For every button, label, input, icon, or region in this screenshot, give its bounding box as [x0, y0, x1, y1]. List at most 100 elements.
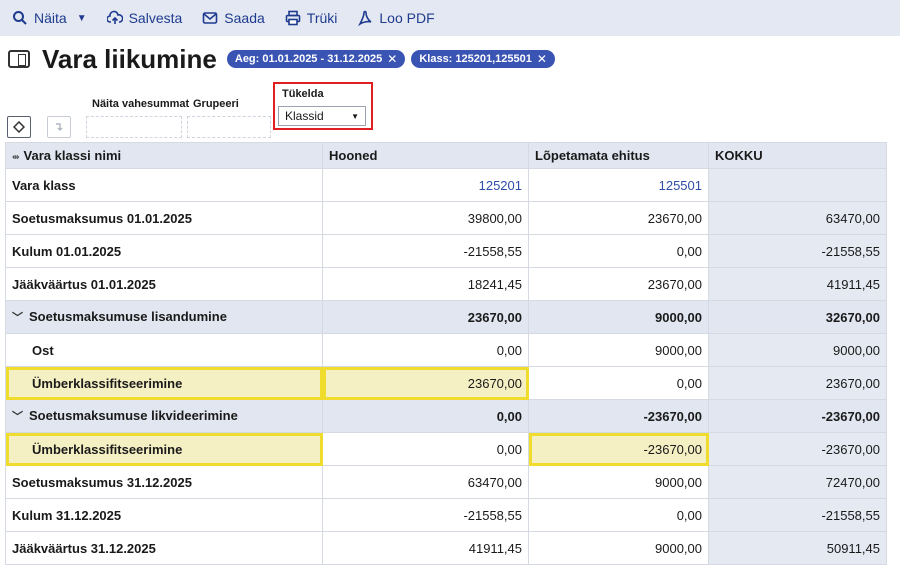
- saada-label: Saada: [224, 10, 265, 26]
- panel-toggle-icon[interactable]: [8, 50, 30, 68]
- filter-chip-klass[interactable]: Klass: 125201,125501 ✕: [411, 50, 555, 68]
- row-label: Jääkväärtus 31.12.2025: [5, 531, 323, 565]
- table-row: Vara klass 125201 125501: [5, 168, 887, 202]
- cell-kokku: 9000,00: [708, 333, 887, 367]
- cell-value: 0,00: [528, 234, 709, 268]
- mail-icon: [202, 12, 218, 24]
- column-header-label: Vara klassi nimi: [23, 148, 122, 163]
- cell-kokku: 41911,45: [708, 267, 887, 301]
- cell-kokku: 72470,00: [708, 465, 887, 499]
- reorder-icon: [56, 123, 63, 131]
- group-row[interactable]: ﹀ Soetusmaksumuse likvideerimine 0,00 -23…: [5, 399, 887, 433]
- cell-value: 23670,00: [528, 267, 709, 301]
- tukelda-value: Klassid: [285, 109, 324, 123]
- row-label: Ost: [5, 333, 323, 367]
- grupeeri-field[interactable]: [187, 116, 271, 138]
- class-link[interactable]: 125201: [322, 168, 529, 202]
- toolbar: Näita ▼ Salvesta Saada Trüki Loo PDF: [0, 0, 900, 36]
- table-row: Ümberklassifitseerimine 23670,00 0,00 23…: [5, 366, 887, 400]
- naita-button[interactable]: Näita ▼: [12, 10, 87, 26]
- group-row[interactable]: ﹀ Soetusmaksumuse lisandumine 23670,00 90…: [5, 300, 887, 334]
- cell-value: 41911,45: [322, 531, 529, 565]
- group-label-text: Soetusmaksumuse lisandumine: [29, 309, 227, 324]
- cell-value: 9000,00: [528, 333, 709, 367]
- grupeeri-label: Grupeeri: [193, 98, 239, 110]
- column-header-kokku[interactable]: KOKKU: [708, 142, 887, 169]
- sort-icon: ⇹: [12, 152, 20, 162]
- salvesta-button[interactable]: Salvesta: [106, 10, 183, 26]
- cell-value: 0,00: [322, 333, 529, 367]
- chevron-down-icon[interactable]: ﹀: [12, 309, 23, 325]
- salvesta-label: Salvesta: [128, 10, 183, 26]
- close-icon[interactable]: ✕: [387, 52, 397, 66]
- chip-label: Aeg: 01.01.2025 - 31.12.2025: [234, 53, 383, 65]
- printer-icon: [285, 10, 301, 26]
- cell-value: -23670,00: [528, 399, 709, 433]
- cell-value: -21558,55: [322, 234, 529, 268]
- table-row: Ümberklassifitseerimine 0,00 -23670,00 -…: [5, 432, 887, 466]
- truki-label: Trüki: [306, 10, 338, 26]
- cell-kokku: -21558,55: [708, 234, 887, 268]
- row-label: Kulum 01.01.2025: [5, 234, 323, 268]
- row-label-highlighted: Ümberklassifitseerimine: [5, 366, 323, 400]
- table-row: Ost 0,00 9000,00 9000,00: [5, 333, 887, 367]
- column-header-name[interactable]: ⇹ Vara klassi nimi: [5, 142, 323, 169]
- filter-chip-aeg[interactable]: Aeg: 01.01.2025 - 31.12.2025 ✕: [226, 50, 406, 68]
- cell-value: 18241,45: [322, 267, 529, 301]
- vahesummad-field[interactable]: [86, 116, 182, 138]
- cell-kokku: 23670,00: [708, 366, 887, 400]
- report-controls: Näita vahesummat Grupeeri Tükelda Klassi…: [0, 82, 900, 140]
- cell-value: 9000,00: [528, 300, 709, 334]
- cell-value: 0,00: [528, 498, 709, 532]
- report-grid: ⇹ Vara klassi nimi Hooned Lõpetamata ehit…: [5, 142, 887, 565]
- cell-value-highlighted: 23670,00: [322, 366, 529, 400]
- title-row: Vara liikumine Aeg: 01.01.2025 - 31.12.2…: [0, 36, 900, 82]
- close-icon[interactable]: ✕: [537, 52, 547, 66]
- naita-label: Näita: [34, 10, 67, 26]
- chevron-down-icon[interactable]: ﹀: [12, 408, 23, 424]
- row-label-highlighted: Ümberklassifitseerimine: [5, 432, 323, 466]
- loo-pdf-button[interactable]: Loo PDF: [357, 10, 435, 26]
- cell-value: 0,00: [528, 366, 709, 400]
- cell-value: 23670,00: [322, 300, 529, 334]
- group-label[interactable]: ﹀ Soetusmaksumuse lisandumine: [5, 300, 323, 334]
- saada-button[interactable]: Saada: [202, 10, 265, 26]
- report-table: ⇹ Vara klassi nimi Hooned Lõpetamata ehit…: [5, 142, 887, 565]
- header-row: ⇹ Vara klassi nimi Hooned Lõpetamata ehit…: [5, 142, 887, 169]
- row-label: Jääkväärtus 01.01.2025: [5, 267, 323, 301]
- chevron-down-icon[interactable]: ▼: [77, 13, 87, 24]
- chevron-down-icon: ▼: [351, 111, 359, 121]
- expand-button[interactable]: [7, 116, 31, 138]
- row-label: Soetusmaksumus 31.12.2025: [5, 465, 323, 499]
- row-label: Kulum 31.12.2025: [5, 498, 323, 532]
- diamond-icon: [13, 121, 25, 133]
- cell-kokku: 63470,00: [708, 201, 887, 235]
- cell-kokku: -23670,00: [708, 399, 887, 433]
- table-row: Kulum 31.12.2025 -21558,55 0,00 -21558,5…: [5, 498, 887, 532]
- cell-kokku: -23670,00: [708, 432, 887, 466]
- cell-value: 9000,00: [528, 531, 709, 565]
- column-header-lopetamata[interactable]: Lõpetamata ehitus: [528, 142, 709, 169]
- cell-value: 9000,00: [528, 465, 709, 499]
- pdf-icon: [358, 10, 372, 26]
- search-icon: [13, 11, 27, 25]
- cell-kokku: -21558,55: [708, 498, 887, 532]
- row-label: Vara klass: [5, 168, 323, 202]
- column-header-hooned[interactable]: Hooned: [322, 142, 529, 169]
- class-link[interactable]: 125501: [528, 168, 709, 202]
- chip-label: Klass: 125201,125501: [419, 53, 532, 65]
- group-label[interactable]: ﹀ Soetusmaksumuse likvideerimine: [5, 399, 323, 433]
- cell-value: 0,00: [322, 432, 529, 466]
- cell-value: 63470,00: [322, 465, 529, 499]
- tukelda-select[interactable]: Klassid ▼: [278, 106, 366, 126]
- cell-kokku: 50911,45: [708, 531, 887, 565]
- vahesummad-label: Näita vahesummat: [92, 98, 190, 110]
- table-row: Jääkväärtus 31.12.2025 41911,45 9000,00 …: [5, 531, 887, 565]
- table-row: Soetusmaksumus 31.12.2025 63470,00 9000,…: [5, 465, 887, 499]
- cloud-upload-icon: [106, 10, 123, 24]
- table-row: Soetusmaksumus 01.01.2025 39800,00 23670…: [5, 201, 887, 235]
- tukelda-label: Tükelda: [282, 88, 324, 100]
- collapse-button[interactable]: [47, 116, 71, 138]
- row-label: Soetusmaksumus 01.01.2025: [5, 201, 323, 235]
- truki-button[interactable]: Trüki: [285, 10, 338, 26]
